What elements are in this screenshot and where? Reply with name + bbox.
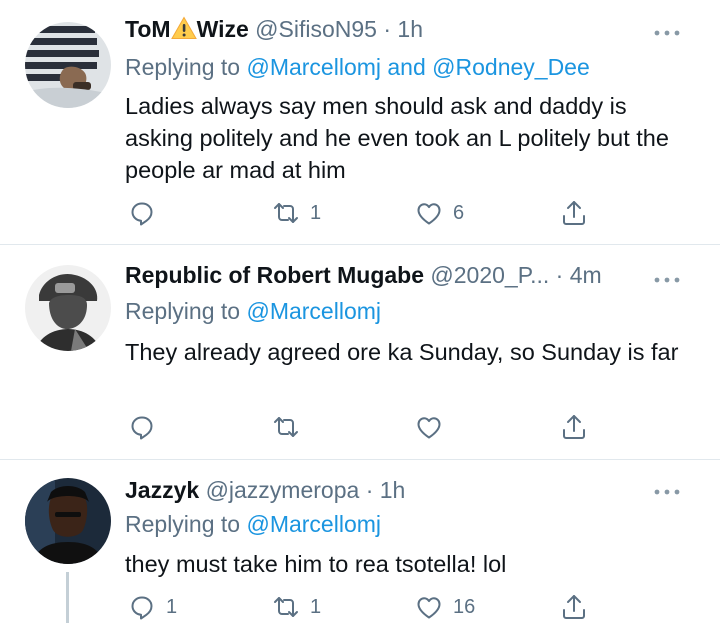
user-handle[interactable]: @jazzymeropa: [206, 477, 360, 503]
like-icon: [417, 597, 441, 619]
tweet-header: Jazzyk @jazzymeropa · 1h: [125, 473, 405, 507]
retweet-icon: [274, 597, 298, 617]
display-name[interactable]: Republic of Robert Mugabe: [125, 262, 424, 288]
share-button[interactable]: [560, 412, 588, 442]
user-handle[interactable]: @2020_P...: [430, 262, 549, 288]
display-name[interactable]: ToM: [125, 16, 171, 42]
reply-icon: [131, 202, 153, 226]
reply-count: 1: [166, 595, 178, 618]
retweet-count: 1: [310, 595, 322, 618]
reply-button[interactable]: [128, 412, 166, 442]
tweet[interactable]: Republic of Robert Mugabe @2020_P... · 4…: [0, 245, 720, 459]
replying-prefix: Replying to: [125, 54, 241, 80]
like-count: 6: [453, 201, 465, 224]
replying-to: Replying to @Marcellomj: [125, 508, 381, 540]
reply-icon: [131, 416, 153, 440]
retweet-button[interactable]: [272, 412, 310, 442]
more-icon[interactable]: [652, 28, 682, 38]
reply-icon: [131, 596, 153, 620]
thread-line: [66, 572, 69, 623]
timestamp[interactable]: 1h: [380, 477, 406, 503]
share-button[interactable]: [560, 592, 588, 622]
tweet-text: they must take him to rea tsotella! lol: [125, 551, 507, 577]
tweet-text: Ladies always say men should ask and dad…: [125, 93, 669, 183]
replying-prefix: Replying to: [125, 298, 241, 324]
replying-to: Replying to @Marcellomj and @Rodney_Dee: [125, 51, 590, 83]
mention-link[interactable]: @Rodney_Dee: [432, 54, 590, 80]
share-button[interactable]: [560, 198, 588, 228]
share-icon: [563, 415, 585, 439]
like-icon: [417, 417, 441, 439]
timestamp[interactable]: 4m: [570, 262, 602, 288]
tweet[interactable]: ToM Wize @SifisoN95 · 1h Replying to @Mar…: [0, 0, 720, 244]
replying-prefix: Replying to: [125, 511, 241, 537]
replying-to: Replying to @Marcellomj: [125, 295, 381, 327]
user-handle[interactable]: @SifisoN95: [255, 16, 377, 42]
share-icon: [563, 595, 585, 619]
display-name-suffix[interactable]: Wize: [197, 16, 249, 42]
like-icon: [417, 203, 441, 225]
reply-button[interactable]: [128, 198, 166, 228]
avatar[interactable]: [25, 265, 111, 351]
avatar[interactable]: [25, 478, 111, 564]
retweet-icon: [274, 203, 298, 223]
tweet-text: They already agreed ore ka Sunday, so Su…: [125, 339, 679, 365]
reply-button[interactable]: 1: [128, 592, 177, 622]
mention-link[interactable]: @Marcellomj: [246, 511, 381, 537]
display-name[interactable]: Jazzyk: [125, 477, 199, 503]
mention-link[interactable]: @Marcellomj: [246, 298, 381, 324]
tweet[interactable]: Jazzyk @jazzymeropa · 1h Replying to @Ma…: [0, 460, 720, 623]
separator-dot: ·: [383, 16, 392, 42]
separator-dot: ·: [555, 262, 564, 288]
warning-icon: [170, 16, 197, 39]
retweet-icon: [274, 417, 298, 437]
avatar[interactable]: [25, 22, 111, 108]
like-button[interactable]: [415, 412, 453, 442]
like-button[interactable]: 16: [415, 592, 475, 622]
retweet-count: 1: [310, 201, 322, 224]
like-count: 16: [453, 595, 476, 618]
more-icon[interactable]: [652, 487, 682, 497]
retweet-button[interactable]: 1: [272, 198, 321, 228]
more-icon[interactable]: [652, 275, 682, 285]
separator-dot: ·: [365, 477, 374, 503]
mention-link[interactable]: @Marcellomj: [246, 54, 381, 80]
share-icon: [563, 201, 585, 225]
timestamp[interactable]: 1h: [397, 16, 423, 42]
retweet-button[interactable]: 1: [272, 592, 321, 622]
mention-joiner: and: [387, 54, 426, 80]
like-button[interactable]: 6: [415, 198, 464, 228]
tweet-header: ToM Wize @SifisoN95 · 1h: [125, 12, 423, 46]
tweet-header: Republic of Robert Mugabe @2020_P... · 4…: [125, 258, 602, 292]
